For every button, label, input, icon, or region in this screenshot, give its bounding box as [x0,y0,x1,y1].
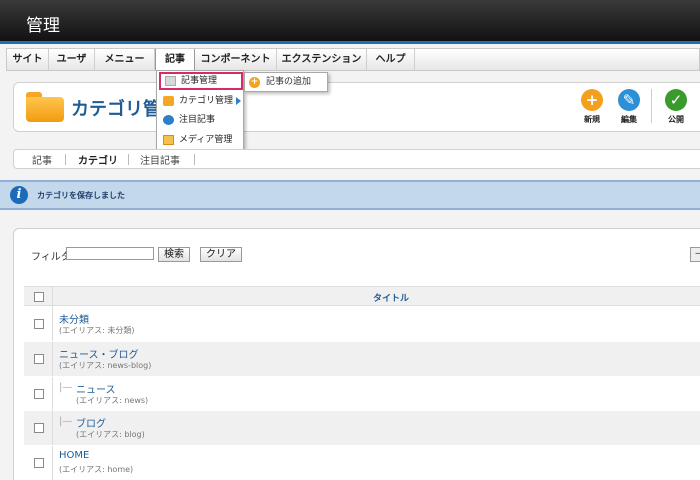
table-row: ニュース・ブログ (エイリアス: news-blog) [24,342,700,376]
category-title-link[interactable]: HOME [59,450,89,461]
tab-featured[interactable]: 注目記事 [140,152,180,167]
menu-item-users[interactable]: ユーザ [49,49,95,70]
folder-icon [26,92,64,122]
table-header: タイトル [24,286,700,307]
new-button[interactable]: + 新規 [575,89,609,129]
tree-indent-marker: |— [59,382,73,393]
list-limit-select[interactable]: — [690,247,700,262]
dropdown-item-media-manager[interactable]: メディア管理 [159,131,243,149]
submenu-item-label: 記事の追加 [266,77,312,87]
category-title-link[interactable]: ニュース [76,381,116,396]
media-icon [163,135,174,145]
menu-item-components[interactable]: コンポーネント [195,49,277,70]
category-title-link[interactable]: 未分類 [59,311,89,326]
search-button[interactable]: 検索 [158,247,190,262]
featured-icon [163,115,174,125]
dropdown-item-featured[interactable]: 注目記事 [159,111,243,129]
row-checkbox[interactable] [34,319,44,329]
column-divider [52,342,53,376]
category-alias: (エイリアス: blog) [76,430,145,439]
system-message: i カテゴリを保存しました [0,180,700,210]
dropdown-item-label: メディア管理 [179,135,233,145]
select-all-checkbox[interactable] [34,292,44,302]
tree-indent-marker: |— [59,416,73,427]
dropdown-item-article-manager[interactable]: 記事管理 [159,72,243,90]
dropdown-item-label: 注目記事 [179,115,216,125]
category-alias: (エイリアス: news-blog) [59,361,152,370]
column-divider [52,287,53,307]
filter-input[interactable] [66,247,154,260]
row-checkbox[interactable] [34,458,44,468]
edit-button[interactable]: ✎ 編集 [612,89,646,129]
row-checkbox[interactable] [34,423,44,433]
menu-item-menus[interactable]: メニュー [95,49,155,70]
menu-item-help[interactable]: ヘルプ [367,49,415,70]
submenu-arrow-icon [236,97,241,105]
menu-item-articles[interactable]: 記事 [155,49,195,70]
column-divider [52,377,53,411]
main-menu: サイト ユーザ メニュー 記事 コンポーネント エクステンション ヘルプ [6,48,700,71]
tab-divider [128,154,129,165]
edit-icon: ✎ [618,89,640,111]
tab-categories[interactable]: カテゴリ [78,152,118,167]
tab-divider [194,154,195,165]
sub-navigation: 記事 カテゴリ 注目記事 [13,149,700,169]
category-title-link[interactable]: ニュース・ブログ [59,346,139,361]
toolbar-divider [651,89,652,123]
publish-button[interactable]: ✓ 公開 [659,89,693,129]
table-row: HOME (エイリアス: home) [24,446,700,480]
tab-divider [65,154,66,165]
dropdown-item-label: カテゴリ管理 [179,96,234,106]
row-checkbox[interactable] [34,354,44,364]
table-row: |— ニュース (エイリアス: news) [24,377,700,411]
article-icon [165,76,176,86]
add-icon: + [249,77,260,88]
category-alias: (エイリアス: 未分類) [59,326,135,335]
category-alias: (エイリアス: home) [59,465,134,474]
tab-articles[interactable]: 記事 [32,152,52,167]
category-icon [163,96,174,106]
page-title: カテゴリ管 [71,99,161,120]
message-text: カテゴリを保存しました [37,191,125,200]
dropdown-item-label: 記事管理 [181,76,218,86]
clear-button[interactable]: クリア [200,247,242,262]
publish-label: 公開 [668,115,684,124]
edit-label: 編集 [621,115,637,124]
toolbar-box: カテゴリ管 + 新規 ✎ 編集 ✓ 公開 [13,82,700,132]
publish-icon: ✓ [665,89,687,111]
header-bar: 管理 [0,0,700,44]
articles-dropdown: 記事管理 カテゴリ管理 注目記事 メディア管理 [156,70,244,150]
table-row: 未分類 (エイリアス: 未分類) [24,307,700,341]
column-divider [52,307,53,341]
category-title-link[interactable]: ブログ [76,415,106,430]
row-checkbox[interactable] [34,389,44,399]
table-row: |— ブログ (エイリアス: blog) [24,411,700,445]
column-divider [52,411,53,445]
app-title: 管理 [26,16,60,36]
dropdown-item-category-manager[interactable]: カテゴリ管理 [159,92,243,110]
menu-item-extensions[interactable]: エクステンション [277,49,367,70]
add-article-submenu[interactable]: + 記事の追加 [244,72,328,92]
category-alias: (エイリアス: news) [76,396,149,405]
menu-item-site[interactable]: サイト [7,49,49,70]
column-title-header[interactable]: タイトル [373,291,409,304]
admin-page: 管理 サイト ユーザ メニュー 記事 コンポーネント エクステンション ヘルプ … [0,0,700,480]
new-label: 新規 [584,115,600,124]
column-divider [52,446,53,480]
info-icon: i [10,186,28,204]
new-icon: + [581,89,603,111]
